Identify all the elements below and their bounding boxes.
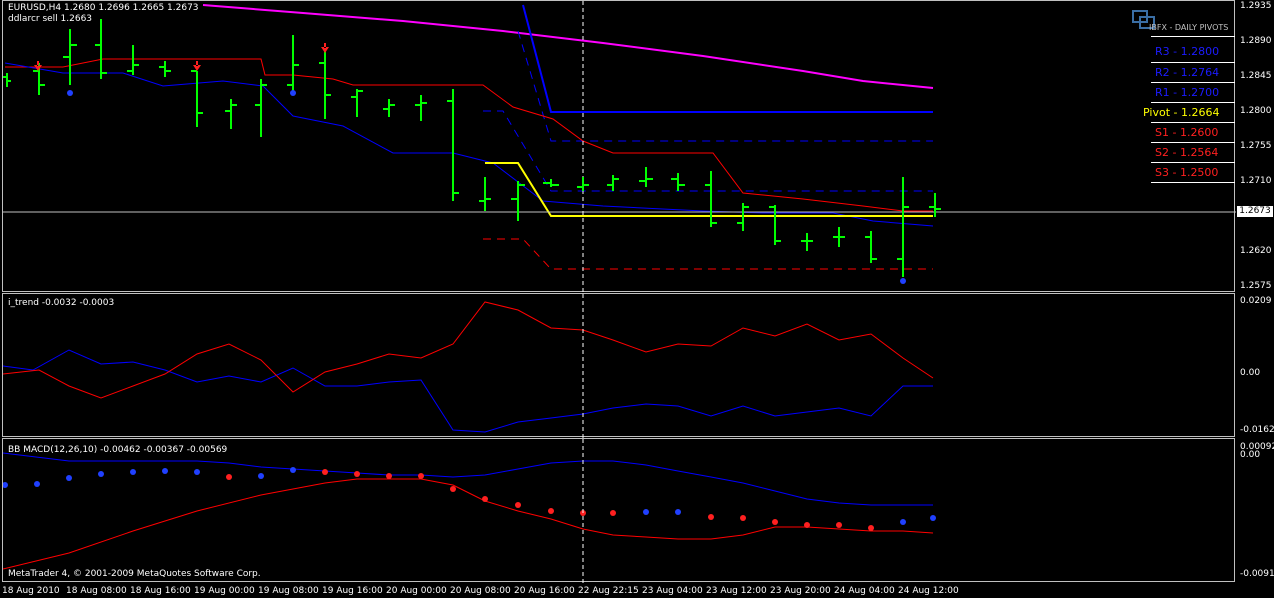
pivot-divider [1151, 62, 1235, 63]
blue-ma-line [4, 62, 934, 227]
price-scale[interactable]: 1.2935 1.2890 1.2845 1.2800 1.2755 1.271… [1236, 0, 1274, 292]
price-label: 1.2620 [1240, 246, 1272, 256]
pivot-s2: S2 - 1.2564 [1155, 146, 1219, 159]
pivot-divider [1151, 142, 1235, 143]
price-label: 1.2935 [1240, 1, 1272, 11]
pivot-divider [1151, 82, 1235, 83]
current-price-tag: 1.2673 [1237, 206, 1273, 217]
macd-chart-canvas[interactable] [3, 439, 1236, 583]
trend-scale-label: 0.00 [1240, 368, 1261, 378]
time-label: 19 Aug 16:00 [322, 586, 383, 596]
pivot-divider [1151, 182, 1235, 183]
time-label: 18 Aug 16:00 [130, 586, 191, 596]
trend-red-line [3, 301, 934, 399]
pivot-r3: R3 - 1.2800 [1155, 45, 1220, 58]
main-chart-pane[interactable]: EURUSD,H4 1.2680 1.2696 1.2665 1.2673 dd… [2, 0, 1236, 293]
pivot-divider [1151, 102, 1235, 103]
time-label: 18 Aug 2010 [2, 586, 60, 596]
pivot-divider [1151, 162, 1235, 163]
trend-chart-canvas[interactable] [3, 294, 1236, 438]
pivot-main: Pivot - 1.2664 [1143, 106, 1220, 119]
time-label: 22 Aug 22:15 [578, 586, 639, 596]
price-label: 1.2800 [1240, 106, 1272, 116]
macd-upper-band [3, 452, 933, 506]
copyright-text: MetaTrader 4, © 2001-2009 MetaQuotes Sof… [8, 569, 261, 579]
time-label: 19 Aug 08:00 [258, 586, 319, 596]
pivot-r1: R1 - 1.2700 [1155, 86, 1220, 99]
time-label: 23 Aug 12:00 [706, 586, 767, 596]
indicator-label: ddlarcr sell 1.2663 [8, 14, 93, 24]
buy-dot-markers [67, 90, 906, 284]
price-label: 1.2845 [1240, 71, 1272, 81]
time-label: 19 Aug 00:00 [194, 586, 255, 596]
time-label: 20 Aug 00:00 [386, 586, 447, 596]
main-pane-title: EURUSD,H4 1.2680 1.2696 1.2665 1.2673 [8, 3, 199, 13]
blue-dashed-upper [517, 30, 933, 142]
time-label: 23 Aug 04:00 [642, 586, 703, 596]
macd-scale-label: 0.00 [1240, 450, 1261, 460]
macd-dots [3, 467, 936, 531]
blue-steep-line [522, 4, 933, 113]
macd-lower-band [3, 478, 934, 570]
trend-scale-label: -0.0162 [1240, 425, 1274, 435]
pivots-divider [1151, 36, 1235, 37]
trend-indicator-pane[interactable]: i_trend -0.0032 -0.0003 [2, 293, 1236, 438]
price-label: 1.2575 [1240, 281, 1272, 291]
trend-blue-line [3, 349, 933, 433]
pivot-line [485, 162, 933, 217]
macd-scale-label: -0.00914 [1240, 569, 1274, 579]
price-label: 1.2755 [1240, 141, 1272, 151]
pivot-divider [1151, 122, 1235, 123]
price-chart-canvas[interactable] [3, 1, 1236, 293]
pivot-s3: S3 - 1.2500 [1155, 166, 1219, 179]
macd-pane-title: BB MACD(12,26,10) -0.00462 -0.00367 -0.0… [8, 445, 228, 455]
slow-ma-line [202, 4, 934, 89]
macd-indicator-pane[interactable]: BB MACD(12,26,10) -0.00462 -0.00367 -0.0… [2, 438, 1236, 583]
macd-scale[interactable]: 0.00092 0.00 -0.00914 [1236, 438, 1274, 582]
pivots-header: IBFX - DAILY PIVOTS [1149, 23, 1229, 32]
pivot-r2: R2 - 1.2764 [1155, 66, 1220, 79]
price-label: 1.2890 [1240, 36, 1272, 46]
time-label: 18 Aug 08:00 [66, 586, 127, 596]
trend-pane-title: i_trend -0.0032 -0.0003 [8, 298, 115, 308]
time-label: 24 Aug 12:00 [898, 586, 959, 596]
time-label: 20 Aug 16:00 [514, 586, 575, 596]
price-label: 1.2710 [1240, 176, 1272, 186]
pivot-s1: S1 - 1.2600 [1155, 126, 1219, 139]
sell-arrow-markers [34, 43, 329, 71]
time-label: 23 Aug 20:00 [770, 586, 831, 596]
ohlc-bars [3, 19, 941, 277]
trend-scale-label: 0.0209 [1240, 296, 1272, 306]
time-label: 24 Aug 04:00 [834, 586, 895, 596]
trend-scale[interactable]: 0.0209 0.00 -0.0162 [1236, 293, 1274, 437]
red-dashed-lower [483, 238, 933, 270]
red-ma-line [5, 58, 933, 212]
time-label: 20 Aug 08:00 [450, 586, 511, 596]
